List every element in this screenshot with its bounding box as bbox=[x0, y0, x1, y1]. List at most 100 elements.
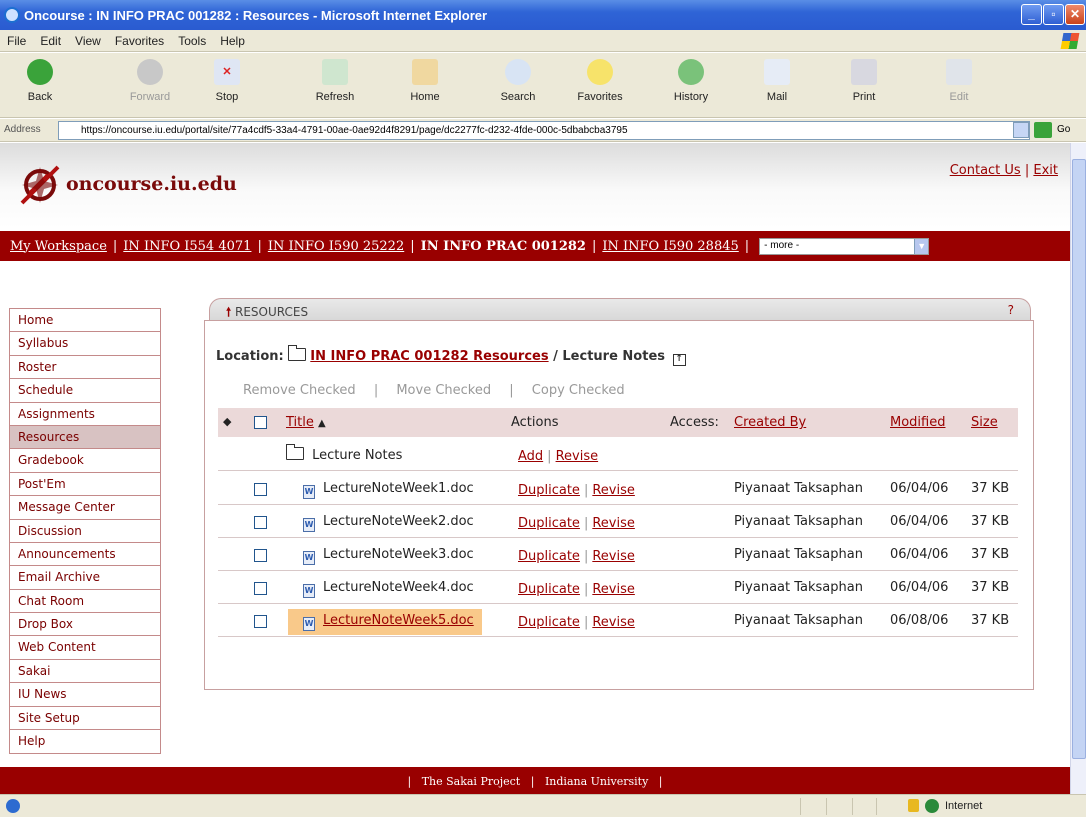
revise-link[interactable]: Revise bbox=[592, 516, 635, 531]
go-button[interactable]: Go bbox=[1057, 124, 1070, 135]
folder-up-icon[interactable]: ↑ bbox=[672, 354, 686, 366]
menu-help[interactable]: Help bbox=[213, 34, 252, 48]
file-name-link[interactable]: LectureNoteWeek5.doc bbox=[323, 613, 474, 628]
nav-syllabus[interactable]: Syllabus bbox=[10, 332, 160, 356]
menu-favorites[interactable]: Favorites bbox=[108, 34, 171, 48]
nav-home[interactable]: Home bbox=[10, 309, 160, 333]
modified-date: 06/04/06 bbox=[890, 580, 949, 595]
move-checked-button[interactable]: Move Checked bbox=[396, 383, 491, 398]
back-button[interactable]: Back bbox=[10, 59, 70, 103]
refresh-button[interactable]: Refresh bbox=[305, 59, 365, 103]
revise-link[interactable]: Revise bbox=[592, 582, 635, 597]
history-button[interactable]: History bbox=[661, 59, 721, 103]
select-all-checkbox[interactable] bbox=[254, 416, 267, 429]
duplicate-link[interactable]: Duplicate bbox=[518, 549, 580, 564]
nav-iu-news[interactable]: IU News bbox=[10, 683, 160, 707]
nav-announcements[interactable]: Announcements bbox=[10, 542, 160, 567]
nav-message-center[interactable]: Message Center bbox=[10, 496, 160, 520]
home-button[interactable]: Home bbox=[395, 59, 455, 103]
nav-postem[interactable]: Post'Em bbox=[10, 472, 160, 497]
revise-link[interactable]: Revise bbox=[592, 549, 635, 564]
add-link[interactable]: Add bbox=[518, 449, 543, 464]
nav-schedule[interactable]: Schedule bbox=[10, 379, 160, 403]
file-name[interactable]: LectureNoteWeek3.doc bbox=[323, 547, 474, 562]
vertical-scrollbar[interactable] bbox=[1070, 143, 1086, 794]
location-breadcrumb: Location: IN INFO PRAC 001282 Resources … bbox=[216, 345, 686, 366]
nav-resources[interactable]: Resources bbox=[10, 425, 160, 450]
word-doc-icon: W bbox=[303, 617, 315, 631]
minimize-button[interactable]: _ bbox=[1021, 4, 1042, 25]
column-created-by[interactable]: Created By bbox=[734, 415, 806, 430]
mail-button[interactable]: Mail bbox=[747, 59, 807, 103]
row-checkbox[interactable] bbox=[254, 582, 267, 595]
remove-checked-button[interactable]: Remove Checked bbox=[243, 383, 356, 398]
more-sites-select[interactable]: - more - ▼ bbox=[759, 237, 930, 255]
help-icon[interactable]: ? bbox=[1008, 303, 1014, 317]
nav-drop-box[interactable]: Drop Box bbox=[10, 613, 160, 637]
sort-toggle-icon[interactable]: ◆ bbox=[223, 415, 231, 428]
tab-in-info-i590-25222[interactable]: IN INFO I590 25222 bbox=[268, 239, 404, 254]
nav-gradebook[interactable]: Gradebook bbox=[10, 449, 160, 473]
duplicate-link[interactable]: Duplicate bbox=[518, 483, 580, 498]
nav-sakai[interactable]: Sakai bbox=[10, 659, 160, 684]
arrow-up-icon[interactable]: 🠕 bbox=[226, 305, 231, 319]
table-row: W LectureNoteWeek4.doc Duplicate | Revise P… bbox=[218, 571, 1018, 604]
tab-in-info-prac-current[interactable]: IN INFO PRAC 001282 bbox=[421, 239, 586, 254]
nav-help[interactable]: Help bbox=[10, 730, 160, 754]
column-title[interactable]: Title bbox=[286, 415, 314, 430]
copy-checked-button[interactable]: Copy Checked bbox=[532, 383, 625, 398]
tab-in-info-i590-28845[interactable]: IN INFO I590 28845 bbox=[602, 239, 738, 254]
nav-assignments[interactable]: Assignments bbox=[10, 402, 160, 426]
address-dropdown-icon[interactable] bbox=[1013, 122, 1029, 138]
nav-web-content[interactable]: Web Content bbox=[10, 636, 160, 660]
security-zone: Internet bbox=[945, 800, 983, 812]
exit-link[interactable]: Exit bbox=[1033, 163, 1058, 178]
revise-link[interactable]: Revise bbox=[592, 615, 635, 630]
nav-email-archive[interactable]: Email Archive bbox=[10, 566, 160, 590]
stop-button[interactable]: ✕ Stop bbox=[197, 59, 257, 103]
duplicate-link[interactable]: Duplicate bbox=[518, 615, 580, 630]
search-button[interactable]: Search bbox=[488, 59, 548, 103]
row-checkbox[interactable] bbox=[254, 516, 267, 529]
nav-chat-room[interactable]: Chat Room bbox=[10, 589, 160, 614]
address-input[interactable]: https://oncourse.iu.edu/portal/site/77a4… bbox=[58, 121, 1030, 140]
revise-link[interactable]: Revise bbox=[592, 483, 635, 498]
duplicate-link[interactable]: Duplicate bbox=[518, 582, 580, 597]
row-checkbox[interactable] bbox=[254, 615, 267, 628]
menu-file[interactable]: File bbox=[0, 34, 33, 48]
maximize-button[interactable]: ▫ bbox=[1043, 4, 1064, 25]
sakai-project-link[interactable]: The Sakai Project bbox=[422, 775, 521, 788]
duplicate-link[interactable]: Duplicate bbox=[518, 516, 580, 531]
site-logo-text[interactable]: oncourse.iu.edu bbox=[66, 173, 237, 195]
site-tabs: My Workspace | IN INFO I554 4071 | IN IN… bbox=[0, 231, 1070, 261]
edit-button[interactable]: Edit bbox=[929, 59, 989, 103]
tab-in-info-i554[interactable]: IN INFO I554 4071 bbox=[123, 239, 251, 254]
contact-us-link[interactable]: Contact Us bbox=[950, 163, 1021, 178]
nav-roster[interactable]: Roster bbox=[10, 355, 160, 380]
close-button[interactable]: ✕ bbox=[1065, 4, 1085, 25]
indiana-university-link[interactable]: Indiana University bbox=[545, 775, 648, 788]
location-current: / Lecture Notes bbox=[553, 349, 666, 364]
menu-tools[interactable]: Tools bbox=[171, 34, 213, 48]
file-name[interactable]: LectureNoteWeek4.doc bbox=[323, 580, 474, 595]
stop-icon: ✕ bbox=[214, 59, 240, 85]
row-checkbox[interactable] bbox=[254, 483, 267, 496]
menu-view[interactable]: View bbox=[68, 34, 108, 48]
scroll-thumb[interactable] bbox=[1072, 159, 1086, 759]
nav-site-setup[interactable]: Site Setup bbox=[10, 706, 160, 731]
row-checkbox[interactable] bbox=[254, 549, 267, 562]
address-bar: Address https://oncourse.iu.edu/portal/s… bbox=[0, 119, 1086, 142]
column-modified[interactable]: Modified bbox=[890, 415, 945, 430]
go-arrow-icon[interactable] bbox=[1034, 122, 1052, 138]
file-name[interactable]: LectureNoteWeek1.doc bbox=[323, 481, 474, 496]
location-root-link[interactable]: IN INFO PRAC 001282 Resources bbox=[310, 349, 548, 364]
favorites-button[interactable]: Favorites bbox=[570, 59, 630, 103]
menu-edit[interactable]: Edit bbox=[33, 34, 68, 48]
print-button[interactable]: Print bbox=[834, 59, 894, 103]
forward-button[interactable]: Forward bbox=[120, 59, 180, 103]
nav-discussion[interactable]: Discussion bbox=[10, 519, 160, 543]
column-size[interactable]: Size bbox=[971, 415, 998, 430]
tab-my-workspace[interactable]: My Workspace bbox=[10, 239, 107, 254]
folder-revise-link[interactable]: Revise bbox=[556, 449, 599, 464]
file-name[interactable]: LectureNoteWeek2.doc bbox=[323, 514, 474, 529]
